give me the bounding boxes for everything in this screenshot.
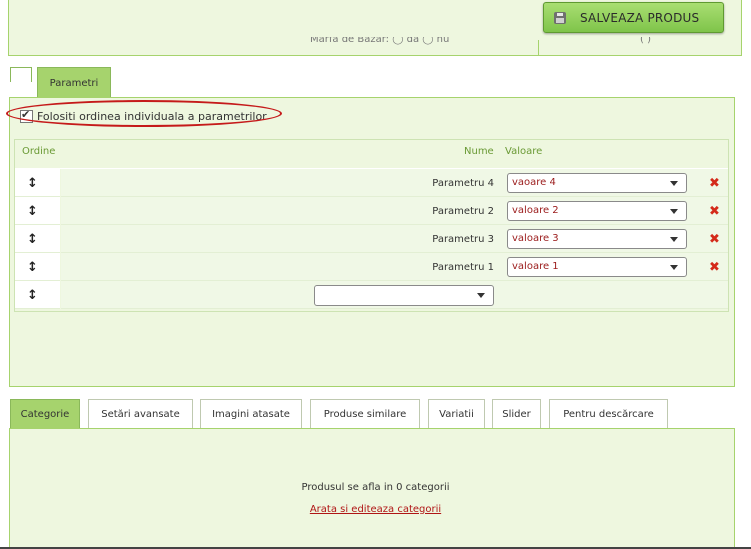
category-status-text: Produsul se afla in 0 categorii	[301, 482, 450, 493]
chevron-down-icon	[670, 209, 678, 214]
save-product-button[interactable]: SALVEAZA PRODUS	[543, 2, 724, 33]
tab-setari-avansate[interactable]: Setări avansate	[88, 399, 193, 429]
tab-produse-similare[interactable]: Produse similare	[310, 399, 420, 429]
chevron-down-icon	[477, 293, 485, 298]
tab-imagini-atasate[interactable]: Imagini atasate	[200, 399, 302, 429]
parameter-value-select[interactable]: valoare 1	[507, 257, 687, 277]
parameter-name: Parametru 1	[432, 262, 494, 273]
parameter-name: Parametru 3	[432, 234, 494, 245]
delete-icon[interactable]: ✖	[709, 233, 720, 246]
column-header-ordine: Ordine	[22, 146, 56, 157]
delete-icon[interactable]: ✖	[709, 205, 720, 218]
column-header-valoare: Valoare	[505, 146, 543, 157]
parameter-value-select[interactable]: vaoare 4	[507, 173, 687, 193]
tab-pentru-descarcare[interactable]: Pentru descărcare	[549, 399, 668, 429]
parameter-value-select[interactable]: valoare 3	[507, 229, 687, 249]
select-value: valoare 1	[512, 261, 559, 272]
column-header-nume: Nume	[464, 146, 494, 157]
chevron-down-icon	[670, 265, 678, 270]
tab-empty[interactable]	[10, 67, 32, 82]
new-parameter-select[interactable]	[314, 285, 494, 306]
tab-parametri[interactable]: Parametri	[37, 67, 111, 98]
select-value: vaoare 4	[512, 177, 556, 188]
chevron-down-icon	[670, 237, 678, 242]
chevron-down-icon	[670, 181, 678, 186]
floppy-disk-icon	[554, 11, 566, 24]
select-value: valoare 2	[512, 205, 559, 216]
right-field-cutoff: ( )	[640, 37, 651, 45]
drag-handle-icon[interactable]: ↕	[27, 261, 38, 274]
drag-handle-icon[interactable]: ↕	[27, 233, 38, 246]
highlight-annotation	[6, 100, 282, 127]
tab-categorie[interactable]: Categorie	[10, 399, 80, 429]
parameter-value-select[interactable]: valoare 2	[507, 201, 687, 221]
delete-icon[interactable]: ✖	[709, 177, 720, 190]
drag-handle-icon[interactable]: ↕	[27, 289, 38, 302]
category-edit-link-wrap: Arata si editeaza categorii	[0, 504, 751, 515]
edit-categories-link[interactable]: Arata si editeaza categorii	[310, 504, 441, 515]
drag-handle-icon[interactable]: ↕	[27, 177, 38, 190]
parameter-name: Parametru 4	[432, 178, 494, 189]
divider	[538, 40, 539, 56]
drag-handle-icon[interactable]: ↕	[27, 205, 38, 218]
select-value: valoare 3	[512, 233, 559, 244]
parameter-name: Parametru 2	[432, 206, 494, 217]
bazar-option-cutoff: Marfa de Bazar: ◯ da ◯ nu	[310, 37, 450, 45]
save-product-label: SALVEAZA PRODUS	[580, 10, 700, 25]
tab-variatii[interactable]: Variatii	[428, 399, 485, 429]
tab-slider[interactable]: Slider	[492, 399, 541, 429]
table-row-value-cell	[503, 281, 728, 309]
delete-icon[interactable]: ✖	[709, 261, 720, 274]
